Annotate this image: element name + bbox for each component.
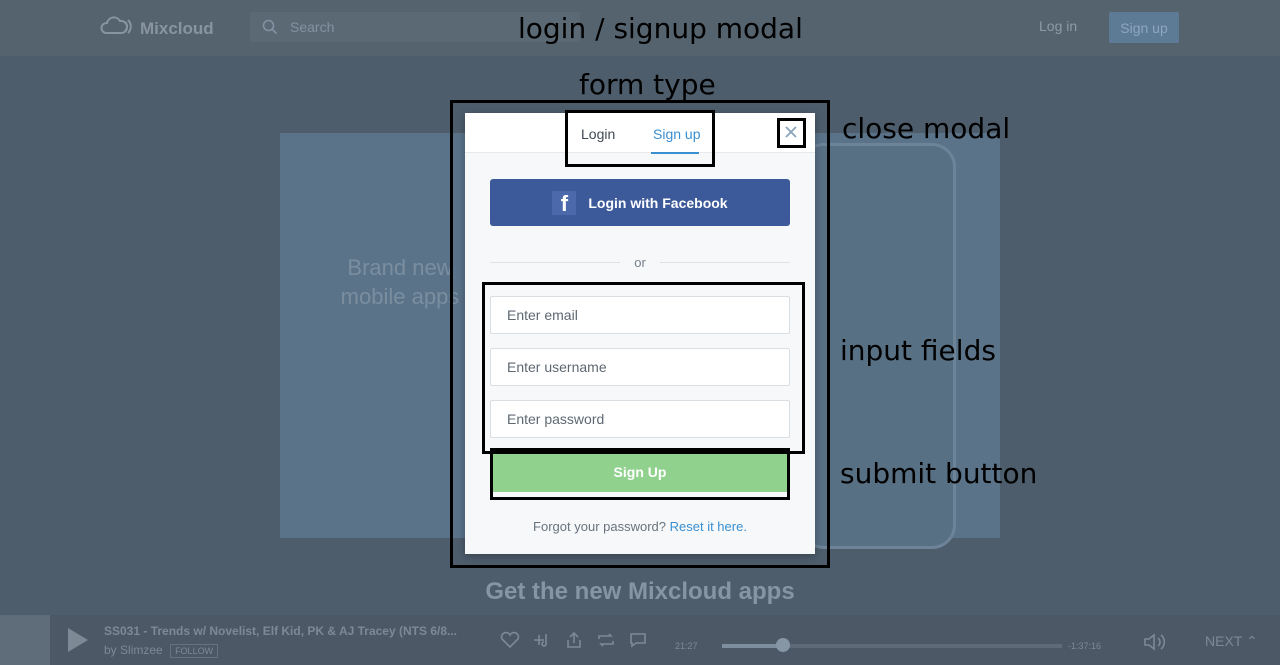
chevron-up-icon: ⌃ xyxy=(1245,633,1258,649)
progress-handle[interactable] xyxy=(776,638,791,652)
player-actions xyxy=(500,631,648,649)
comment-icon[interactable] xyxy=(628,631,648,649)
annotation-box-submit xyxy=(490,448,790,500)
follow-button[interactable]: FOLLOW xyxy=(170,644,219,658)
by-label: by xyxy=(104,643,117,657)
annotation-form-type: form type xyxy=(579,68,716,101)
repost-icon[interactable] xyxy=(596,631,616,649)
annotation-box-inputs xyxy=(482,282,805,454)
current-time: 21:27 xyxy=(675,641,698,651)
track-title[interactable]: SS031 - Trends w/ Novelist, Elf Kid, PK … xyxy=(104,624,474,638)
track-artist-line: by Slimzee FOLLOW xyxy=(104,643,219,658)
play-icon[interactable] xyxy=(66,627,90,658)
annotation-title: login / signup modal xyxy=(518,12,803,45)
brand-name: Mixcloud xyxy=(140,18,214,38)
remaining-time: -1:37:16 xyxy=(1068,641,1102,651)
heart-icon[interactable] xyxy=(500,631,520,649)
cloud-icon xyxy=(100,16,134,41)
volume-icon[interactable] xyxy=(1143,633,1169,656)
search-icon xyxy=(262,19,278,35)
annotation-submit-button: submit button xyxy=(840,457,1038,490)
artist-name[interactable]: Slimzee xyxy=(120,643,163,657)
header-login-link[interactable]: Log in xyxy=(1039,18,1077,34)
track-artwork xyxy=(0,615,50,665)
share-icon[interactable] xyxy=(564,631,584,649)
promo-title: Get the new Mixcloud apps xyxy=(485,578,795,605)
header-signup-button[interactable]: Sign up xyxy=(1109,12,1179,43)
mixcloud-logo[interactable]: Mixcloud xyxy=(100,16,214,41)
add-to-playlist-icon[interactable] xyxy=(532,631,552,649)
audio-player-bar: SS031 - Trends w/ Novelist, Elf Kid, PK … xyxy=(0,615,1280,665)
annotation-box-form-type xyxy=(565,110,715,167)
next-label: NEXT xyxy=(1205,633,1243,649)
progress-bar[interactable] xyxy=(722,638,1062,652)
annotation-input-fields: input fields xyxy=(840,334,996,367)
annotation-close-modal: close modal xyxy=(842,112,1011,145)
annotation-box-close xyxy=(777,118,806,148)
next-button[interactable]: NEXT ⌃ xyxy=(1205,633,1258,650)
progress-fill xyxy=(722,644,784,648)
